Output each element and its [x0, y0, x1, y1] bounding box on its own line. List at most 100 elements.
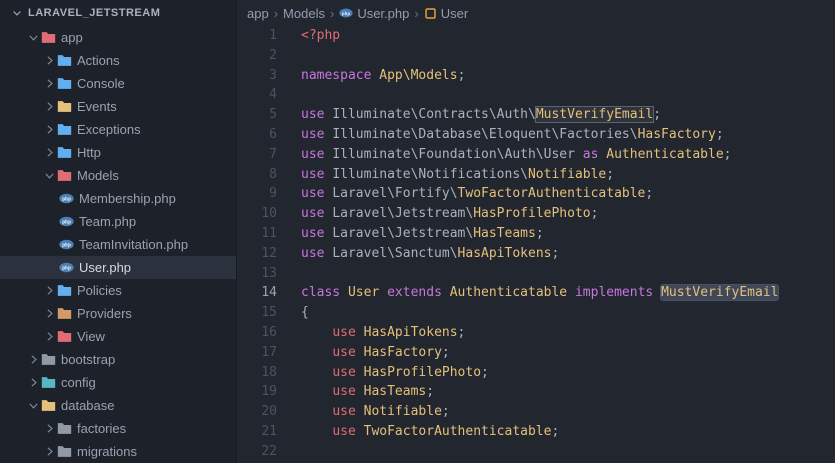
tree-item-label: Providers [77, 306, 132, 321]
folder-icon [40, 30, 57, 45]
folder-icon [56, 168, 73, 183]
chevron-right-icon [26, 376, 40, 390]
code-line[interactable]: 12 use Laravel\Sanctum\HasApiTokens; [237, 244, 835, 264]
code-text: use HasProfilePhoto; [301, 363, 489, 383]
tree-item-user-php[interactable]: php User.php [0, 256, 236, 279]
tree-item-providers[interactable]: Providers [0, 302, 236, 325]
line-number: 17 [237, 343, 277, 363]
tree-item-factories[interactable]: factories [0, 417, 236, 440]
tree-item-label: TeamInvitation.php [79, 237, 188, 252]
php-file-icon: php [339, 8, 353, 18]
chevron-right-icon [42, 123, 56, 137]
tree-item-teaminvitation-php[interactable]: phpTeamInvitation.php [0, 233, 236, 256]
code-line[interactable]: 19 use HasTeams; [237, 382, 835, 402]
line-number: 3 [237, 66, 277, 86]
tree-item-policies[interactable]: Policies [0, 279, 236, 302]
php-file-icon: php [58, 214, 75, 229]
folder-icon [40, 398, 57, 413]
code-line[interactable]: 16 use HasApiTokens; [237, 323, 835, 343]
code-text: use Illuminate\Database\Eloquent\Factori… [301, 125, 724, 145]
tree-item-app[interactable]: app [0, 26, 236, 49]
code-line[interactable]: 4 [237, 85, 835, 105]
code-text: use Laravel\Sanctum\HasApiTokens; [301, 244, 559, 264]
tree-item-http[interactable]: Http [0, 141, 236, 164]
tree-item-label: app [61, 30, 83, 45]
tree-item-events[interactable]: Events [0, 95, 236, 118]
tree-item-bootstrap[interactable]: bootstrap [0, 348, 236, 371]
folder-icon [56, 76, 73, 91]
folder-icon [56, 99, 73, 114]
line-number: 16 [237, 323, 277, 343]
tree-item-label: factories [77, 421, 126, 436]
breadcrumb-item[interactable]: app [247, 6, 269, 21]
tree-item-label: Console [77, 76, 125, 91]
line-number: 1 [237, 26, 277, 46]
tree-item-label: Policies [77, 283, 122, 298]
tree-item-exceptions[interactable]: Exceptions [0, 118, 236, 141]
code-text: use Laravel\Fortify\TwoFactorAuthenticat… [301, 184, 653, 204]
code-line[interactable]: 2 [237, 46, 835, 66]
tree-item-label: Events [77, 99, 117, 114]
code-text: use Laravel\Jetstream\HasTeams; [301, 224, 544, 244]
code-line[interactable]: 11use Laravel\Jetstream\HasTeams; [237, 224, 835, 244]
code-line[interactable]: 1<?php [237, 26, 835, 46]
tree-item-models[interactable]: Models [0, 164, 236, 187]
tree-item-actions[interactable]: Actions [0, 49, 236, 72]
code-line[interactable]: 22 [237, 442, 835, 462]
svg-text:php: php [62, 265, 71, 271]
folder-icon [56, 283, 73, 298]
breadcrumb-separator: › [274, 6, 278, 21]
breadcrumb-item[interactable]: Models [283, 6, 325, 21]
folder-icon [40, 375, 57, 390]
code-line[interactable]: 14 class User extends Authenticatable imp… [237, 283, 835, 303]
tree-item-label: bootstrap [61, 352, 115, 367]
line-number: 2 [237, 46, 277, 66]
explorer-root-folder[interactable]: LARAVEL_JETSTREAM [0, 0, 236, 26]
code-text: use Illuminate\Contracts\Auth\MustVerify… [301, 105, 661, 125]
tree-item-membership-php[interactable]: phpMembership.php [0, 187, 236, 210]
file-tree: app Actions Console Events ExceptionsHttpMod… [0, 26, 236, 463]
breadcrumb: app›Models›phpUser.php›User [237, 0, 835, 26]
code-line[interactable]: 20 use Notifiable; [237, 402, 835, 422]
tree-item-config[interactable]: config [0, 371, 236, 394]
code-line[interactable]: 3 namespace App\Models; [237, 66, 835, 86]
tree-item-view[interactable]: View [0, 325, 236, 348]
line-number: 5 [237, 105, 277, 125]
chevron-down-icon [10, 6, 24, 20]
code-area[interactable]: 1<?php23 namespace App\Models;45 use Illum… [237, 26, 835, 463]
code-text: namespace App\Models; [301, 66, 465, 86]
tree-item-team-php[interactable]: phpTeam.php [0, 210, 236, 233]
tree-item-label: User.php [79, 260, 131, 275]
code-line[interactable]: 21 use TwoFactorAuthenticatable; [237, 422, 835, 442]
code-line[interactable]: 15{ [237, 303, 835, 323]
chevron-right-icon [42, 330, 56, 344]
code-line[interactable]: 8use Illuminate\Notifications\Notifiable… [237, 165, 835, 185]
tree-item-console[interactable]: Console [0, 72, 236, 95]
tree-item-label: Membership.php [79, 191, 176, 206]
breadcrumb-separator: › [414, 6, 418, 21]
code-line[interactable]: 10use Laravel\Jetstream\HasProfilePhoto; [237, 204, 835, 224]
line-number: 21 [237, 422, 277, 442]
tree-item-migrations[interactable]: migrations [0, 440, 236, 463]
code-line[interactable]: 13 [237, 264, 835, 284]
code-line[interactable]: 9use Laravel\Fortify\TwoFactorAuthentica… [237, 184, 835, 204]
code-line[interactable]: 17 use HasFactory; [237, 343, 835, 363]
breadcrumb-label: User.php [357, 6, 409, 21]
code-line[interactable]: 7use Illuminate\Foundation\Auth\User as … [237, 145, 835, 165]
chevron-down-icon [26, 31, 40, 45]
editor-pane: app›Models›phpUser.php›User 1<?php23name… [237, 0, 835, 463]
folder-icon [56, 329, 73, 344]
chevron-down-icon [26, 399, 40, 413]
code-line[interactable]: 5 use Illuminate\Contracts\Auth\MustVerif… [237, 105, 835, 125]
chevron-right-icon [42, 445, 56, 459]
breadcrumb-item[interactable]: User [424, 6, 468, 21]
code-line[interactable]: 18 use HasProfilePhoto; [237, 363, 835, 383]
tree-item-database[interactable]: database [0, 394, 236, 417]
code-line[interactable]: 6use Illuminate\Database\Eloquent\Factor… [237, 125, 835, 145]
breadcrumb-item[interactable]: php User.php [339, 6, 409, 21]
explorer-root-label: LARAVEL_JETSTREAM [28, 7, 160, 19]
line-number: 19 [237, 382, 277, 402]
code-text: class User extends Authenticatable imple… [301, 283, 778, 303]
line-number: 12 [237, 244, 277, 264]
line-number: 14 [237, 283, 277, 303]
